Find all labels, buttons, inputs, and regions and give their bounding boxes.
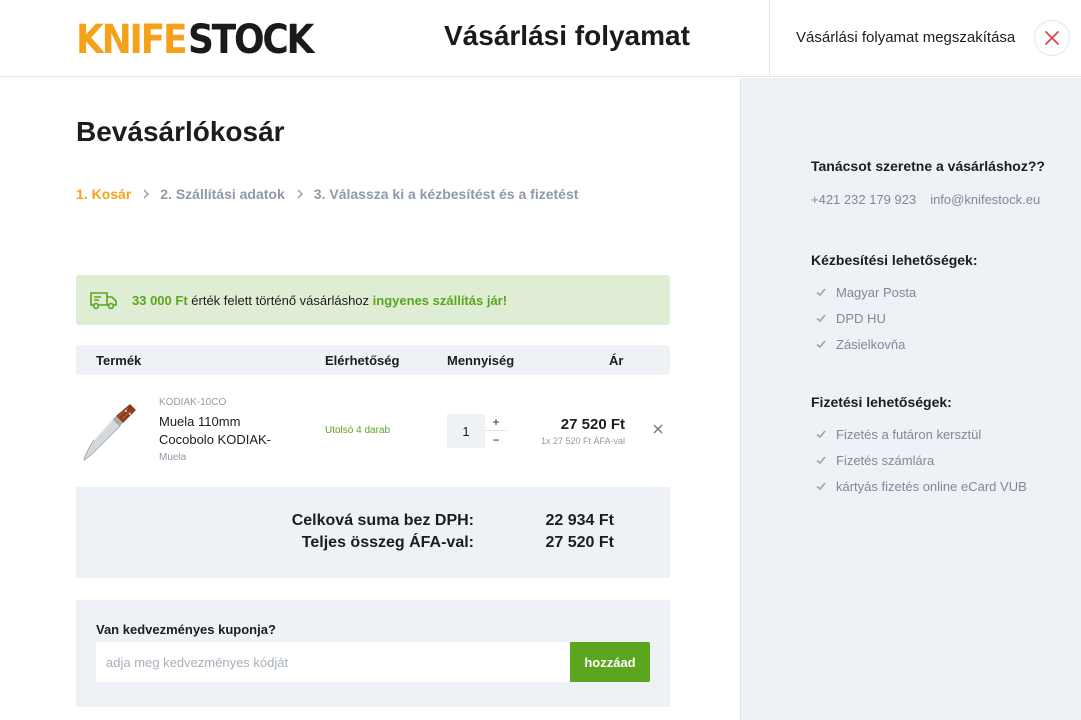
check-icon (815, 428, 827, 440)
close-icon (1044, 30, 1060, 46)
product-image[interactable] (82, 402, 138, 467)
step-number: 1. (76, 186, 88, 202)
quantity-stepper: 1 + − (447, 414, 507, 448)
list-item: Fizetés a futáron kersztül (815, 421, 1027, 447)
check-icon (815, 454, 827, 466)
step-number: 2. (160, 186, 172, 202)
gross-total-label: Teljes összeg ÁFA-val: (301, 534, 474, 551)
list-item: Magyar Posta (815, 279, 916, 305)
item-price: 27 520 Ft (560, 416, 625, 433)
payment-title: Fizetési lehetőségek: (811, 394, 952, 410)
page-title: Bevásárlókosár (76, 116, 285, 147)
logo-stock-text: STOCK (187, 17, 314, 63)
free-shipping-banner: 33 000 Ft érték felett történő vásárlásh… (76, 275, 670, 325)
step-delivery-payment[interactable]: 3. Válassza ki a kézbesítést és a fizeté… (314, 186, 579, 202)
table-row: KODIAK-10CO Muela 110mm Cocobolo KODIAK-… (76, 388, 670, 476)
step-number: 3. (313, 186, 326, 202)
product-code: KODIAK-10CO (159, 397, 227, 408)
step-label: Szállítási adatok (175, 186, 285, 202)
step-cart[interactable]: 1. Kosár (76, 186, 131, 202)
check-icon (815, 338, 827, 350)
delivery-title: Kézbesítési lehetőségek: (811, 252, 978, 268)
column-header-availability: Elérhetőség (325, 353, 400, 368)
delivery-list: Magyar Posta DPD HU Zásielkovňa (815, 279, 916, 357)
net-total-label: Celková suma bez DPH: (291, 512, 474, 529)
list-item: Zásielkovňa (815, 331, 916, 357)
coupon-section: Van kedvezményes kuponja? hozzáad (76, 600, 670, 707)
logo-knife-text: KNIFE (76, 17, 188, 63)
payment-option: Fizetés a futáron kersztül (836, 426, 982, 442)
check-icon (815, 286, 827, 298)
product-brand[interactable]: Muela (159, 452, 186, 463)
availability-status: Utolsó 4 darab (325, 425, 391, 436)
delivery-option: DPD HU (836, 310, 886, 326)
column-header-price: Ár (609, 353, 624, 368)
step-label: Válassza ki a kézbesítést és a fizetést (329, 186, 579, 202)
contact-info: +421 232 179 923 info@knifestock.eu (811, 192, 1040, 207)
coupon-label: Van kedvezményes kuponja? (96, 622, 276, 637)
remove-item-icon[interactable] (653, 424, 663, 434)
breadcrumb: 1. Kosár 2. Szállítási adatok 3. Válassz… (76, 186, 578, 202)
page-header-title: Vásárlási folyamat (444, 20, 690, 51)
check-icon (815, 480, 827, 492)
coupon-input[interactable] (96, 642, 570, 682)
payment-list: Fizetés a futáron kersztül Fizetés száml… (815, 421, 1027, 499)
cancel-checkout-link[interactable]: Vásárlási folyamat megszakítása (796, 29, 1015, 46)
list-item: DPD HU (815, 305, 916, 331)
header: KNIFE STOCK Vásárlási folyamat Vásárlási … (0, 0, 1081, 77)
sidebar: Tanácsot szeretne a vásárláshoz?? +421 2… (740, 78, 1081, 720)
logo[interactable]: KNIFE STOCK (76, 18, 325, 60)
net-total-value: 22 934 Ft (545, 512, 614, 529)
quantity-input[interactable]: 1 (447, 414, 485, 448)
item-price-detail: 1x 27 520 Ft ÁFA-val (540, 436, 625, 446)
check-icon (815, 312, 827, 324)
header-divider (769, 0, 770, 77)
step-shipping[interactable]: 2. Szállítási adatok (160, 186, 285, 202)
truck-icon (90, 290, 118, 310)
column-header-quantity: Mennyiség (447, 353, 515, 368)
payment-option: Fizetés számlára (836, 452, 935, 468)
list-item: Fizetés számlára (815, 447, 1027, 473)
delivery-option: Zásielkovňa (836, 336, 906, 352)
gross-total-value: 27 520 Ft (545, 534, 614, 551)
column-header-product: Termék (96, 353, 142, 368)
quantity-increase-button[interactable]: + (485, 414, 507, 431)
order-totals: Celková suma bez DPH: 22 934 Ft Teljes ö… (76, 487, 670, 578)
free-shipping-text: érték felett történő vásárláshoz (191, 292, 370, 308)
chevron-right-icon (142, 189, 150, 199)
step-label: Kosár (91, 186, 132, 202)
apply-coupon-button[interactable]: hozzáad (570, 642, 650, 682)
help-title: Tanácsot szeretne a vásárláshoz?? (811, 158, 1045, 174)
free-shipping-highlight: ingyenes szállítás jár! (372, 292, 508, 308)
free-shipping-amount: 33 000 Ft (132, 292, 188, 308)
list-item: kártyás fizetés online eCard VUB (815, 473, 1027, 499)
product-name[interactable]: Muela 110mm Cocobolo KODIAK- (159, 413, 289, 449)
payment-option: kártyás fizetés online eCard VUB (836, 478, 1027, 494)
table-header: Termék Elérhetőség Mennyiség Ár (76, 345, 670, 375)
quantity-decrease-button[interactable]: − (485, 431, 507, 448)
close-checkout-button[interactable] (1034, 20, 1070, 56)
delivery-option: Magyar Posta (836, 284, 917, 300)
chevron-right-icon (296, 189, 304, 199)
phone-link[interactable]: +421 232 179 923 (811, 192, 916, 207)
email-link[interactable]: info@knifestock.eu (930, 192, 1040, 207)
